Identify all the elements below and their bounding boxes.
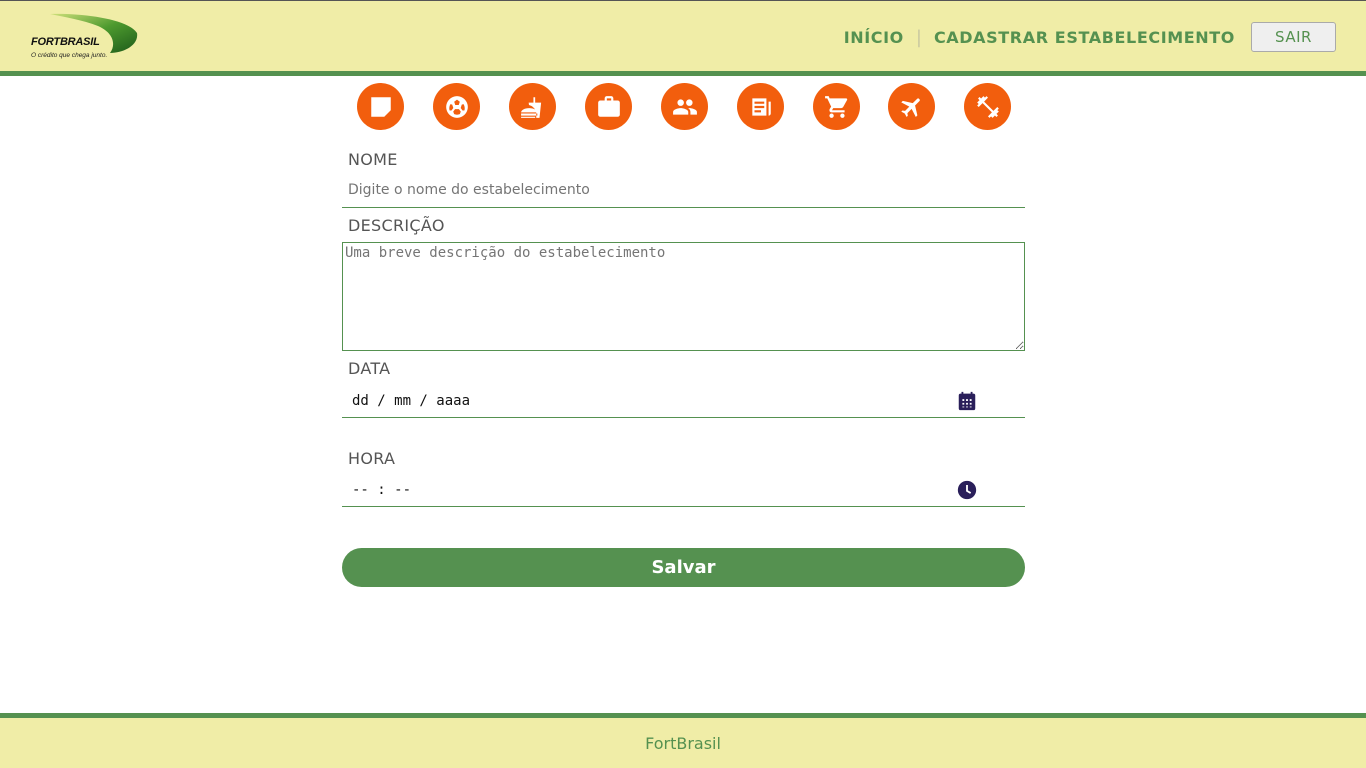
date-input-value: dd / mm / aaaa xyxy=(352,392,471,409)
nav-separator: | xyxy=(915,26,922,48)
logo-wordmark: FORTBRASIL xyxy=(31,36,100,48)
flight-icon xyxy=(900,98,920,117)
date-input[interactable]: dd / mm / aaaa xyxy=(342,384,1025,418)
category-sports-button[interactable] xyxy=(433,83,480,130)
descricao-label: DESCRIÇÃO xyxy=(348,216,445,235)
top-nav: INÍCIO | CADASTRAR ESTABELECIMENTO SAIR xyxy=(844,21,1336,53)
logo-tagline: O crédito que chega junto. xyxy=(31,52,108,59)
category-news-button[interactable] xyxy=(737,83,784,130)
save-button[interactable]: Salvar xyxy=(342,548,1025,587)
nav-link-inicio[interactable]: INÍCIO xyxy=(844,28,904,47)
fitness-icon xyxy=(976,95,999,118)
category-food-button[interactable] xyxy=(509,83,556,130)
calendar-icon[interactable] xyxy=(956,390,978,412)
category-shopping-button[interactable] xyxy=(813,83,860,130)
category-people-button[interactable] xyxy=(661,83,708,130)
clock-icon[interactable] xyxy=(956,479,978,501)
footer: FortBrasil xyxy=(0,713,1366,768)
briefcase-icon xyxy=(597,95,620,117)
time-input-value: -- : -- xyxy=(352,482,412,498)
category-travel-button[interactable] xyxy=(888,83,935,130)
nome-label: NOME xyxy=(348,150,398,169)
news-icon xyxy=(751,97,771,116)
nav-link-cadastrar-estabelecimento[interactable]: CADASTRAR ESTABELECIMENTO xyxy=(934,28,1235,47)
people-icon xyxy=(672,98,697,115)
soccer-ball-icon xyxy=(445,95,468,118)
category-note-button[interactable] xyxy=(357,83,404,130)
header: FORTBRASIL O crédito que chega junto. IN… xyxy=(0,0,1366,76)
logout-button[interactable]: SAIR xyxy=(1251,22,1336,52)
hora-label: HORA xyxy=(348,449,396,468)
note-icon xyxy=(370,96,391,117)
time-input[interactable]: -- : -- xyxy=(342,474,1025,507)
footer-brand: FortBrasil xyxy=(645,733,721,753)
category-fitness-button[interactable] xyxy=(964,83,1011,130)
category-selector xyxy=(356,83,1016,131)
data-label: DATA xyxy=(348,359,391,378)
fastfood-icon xyxy=(520,96,541,118)
descricao-textarea[interactable] xyxy=(342,242,1025,351)
shopping-cart-icon xyxy=(824,95,847,118)
category-work-button[interactable] xyxy=(585,83,632,130)
fortbrasil-logo[interactable]: FORTBRASIL O crédito que chega junto. xyxy=(28,11,140,65)
nome-input[interactable] xyxy=(342,173,1025,208)
